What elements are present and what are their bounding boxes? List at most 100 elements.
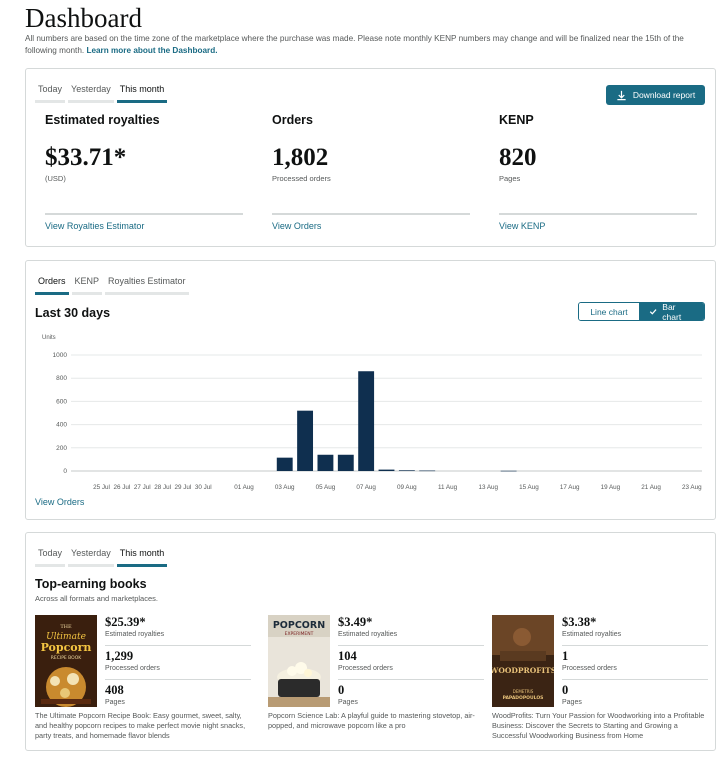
x-tick-label: 26 Jul — [113, 484, 130, 491]
x-tick-label: 23 Aug — [682, 484, 702, 491]
download-icon — [617, 90, 626, 100]
metric-label: Estimated royalties — [45, 113, 160, 127]
tab-this-month[interactable]: This month — [116, 84, 168, 103]
book-description: Popcorn Science Lab: A playful guide to … — [268, 711, 475, 730]
tab-this-month[interactable]: This month — [116, 548, 168, 567]
view-orders-link[interactable]: View Orders — [272, 221, 321, 231]
divider — [45, 213, 243, 215]
metric-kenp: KENP 820 Pages View KENP — [499, 113, 697, 231]
book-pages-label: Pages — [105, 699, 125, 706]
book-stats: $3.38* Estimated royalties 1 Processed ord… — [562, 615, 708, 717]
x-tick-label: 07 Aug — [356, 484, 376, 491]
bar — [398, 470, 415, 471]
bar — [419, 470, 436, 472]
metric-value: 1,802 — [272, 144, 329, 171]
cover-text: POPCORN — [273, 620, 325, 631]
cover-text: WOODPROFITS — [492, 666, 554, 675]
metric-label: KENP — [499, 113, 534, 127]
top-books-title: Top-earning books — [35, 577, 147, 591]
bar — [378, 469, 395, 471]
bar — [297, 410, 314, 471]
view-royalties-estimator-link[interactable]: View Royalties Estimator — [45, 221, 144, 231]
bar-chart-label: Bar chart — [662, 302, 682, 321]
x-tick-label: 05 Aug — [316, 484, 336, 491]
learn-more-link[interactable]: Learn more about the Dashboard. — [86, 46, 217, 55]
tab-royalties-estimator[interactable]: Royalties Estimator — [105, 276, 189, 295]
y-tick-label: 400 — [56, 422, 67, 429]
book-pages-label: Pages — [338, 699, 358, 706]
cover-text: THE — [60, 624, 72, 630]
x-tick-label: 17 Aug — [560, 484, 580, 491]
bar — [358, 371, 375, 471]
tab-orders[interactable]: Orders — [35, 276, 69, 295]
y-tick-label: 1000 — [53, 352, 68, 359]
view-kenp-link[interactable]: View KENP — [499, 221, 545, 231]
orders-bar-chart: Units 0 200 400 600 800 1000 25 Jul 26 Jul 27 Jul… — [42, 335, 702, 491]
tab-yesterday[interactable]: Yesterday — [68, 548, 114, 567]
x-tick-label: 30 Jul — [195, 484, 212, 491]
metric-value: $33.71* — [45, 144, 127, 171]
download-report-label: Download report — [632, 90, 696, 100]
book-cover[interactable]: WOODPROFITS DEMETRIS PAPADOPOULOS — [492, 615, 554, 707]
x-tick-label: 03 Aug — [275, 484, 295, 491]
summary-card: Today Yesterday This month Download repo… — [25, 68, 716, 247]
x-tick-label: 25 Jul — [93, 484, 110, 491]
bar — [317, 454, 334, 471]
divider — [272, 213, 470, 215]
cover-text: DEMETRIS — [513, 689, 534, 694]
x-tick-label: 19 Aug — [601, 484, 621, 491]
x-tick-label: 13 Aug — [478, 484, 498, 491]
metric-royalties: Estimated royalties $33.71* (USD) View R… — [45, 113, 243, 231]
x-tick-label: 27 Jul — [134, 484, 151, 491]
line-chart-button[interactable]: Line chart — [579, 303, 639, 320]
book-pages: 0 — [338, 683, 345, 697]
cover-text: RECIPE BOOK — [51, 655, 83, 661]
book-orders-label: Processed orders — [562, 665, 617, 672]
bar — [337, 454, 354, 471]
y-tick-label: 200 — [56, 445, 67, 452]
book-description: WoodProfits: Turn Your Passion for Woodw… — [492, 711, 705, 740]
cover-text: Popcorn — [41, 641, 92, 654]
check-icon — [649, 309, 657, 315]
chart-type-toggle: Line chart Bar chart — [578, 302, 705, 321]
x-tick-label: 28 Jul — [154, 484, 171, 491]
book-orders: 1 — [562, 649, 569, 663]
book-orders-label: Processed orders — [105, 665, 160, 672]
book-orders: 1,299 — [105, 649, 134, 663]
cover-text: PAPADOPOULOS — [503, 695, 544, 701]
cover-text: EXPERIMENT — [285, 631, 314, 637]
divider — [499, 213, 697, 215]
summary-tabs: Today Yesterday This month — [35, 84, 170, 103]
metric-sub: Pages — [499, 174, 521, 183]
book-royalties: $3.49* — [338, 615, 373, 629]
y-tick-label: 0 — [63, 468, 67, 475]
book-orders: 104 — [338, 649, 357, 663]
book-cover[interactable]: POPCORN EXPERIMENT — [268, 615, 330, 707]
books-tabs: Today Yesterday This month — [35, 548, 170, 567]
tab-yesterday[interactable]: Yesterday — [68, 84, 114, 103]
bar-chart-button[interactable]: Bar chart — [639, 303, 704, 320]
book-orders-label: Processed orders — [338, 665, 393, 672]
bar — [276, 457, 293, 471]
metric-sub: (USD) — [45, 174, 66, 183]
chart-card: Orders KENP Royalties Estimator Last 30 … — [25, 260, 716, 520]
x-tick-label: 11 Aug — [438, 484, 458, 491]
tab-today[interactable]: Today — [35, 548, 66, 567]
chart-tabs: Orders KENP Royalties Estimator — [35, 276, 192, 295]
page-title: Dashboard — [25, 3, 142, 33]
x-tick-label: 21 Aug — [641, 484, 661, 491]
y-tick-label: 600 — [56, 398, 67, 405]
metric-label: Orders — [272, 113, 313, 127]
view-orders-chart-link[interactable]: View Orders — [35, 497, 84, 507]
book-cover[interactable]: THE Ultimate Popcorn RECIPE BOOK — [35, 615, 97, 707]
tab-today[interactable]: Today — [35, 84, 66, 103]
x-tick-label: 09 Aug — [397, 484, 417, 491]
book-royalties-label: Estimated royalties — [105, 631, 165, 638]
download-report-button[interactable]: Download report — [606, 85, 705, 105]
book-stats: $3.49* Estimated royalties 104 Processed o… — [338, 615, 484, 717]
book-pages: 0 — [562, 683, 569, 697]
tab-kenp[interactable]: KENP — [71, 276, 103, 295]
book-pages-label: Pages — [562, 699, 582, 706]
top-books-subtitle: Across all formats and marketplaces. — [35, 594, 158, 603]
book-pages: 408 — [105, 683, 124, 697]
